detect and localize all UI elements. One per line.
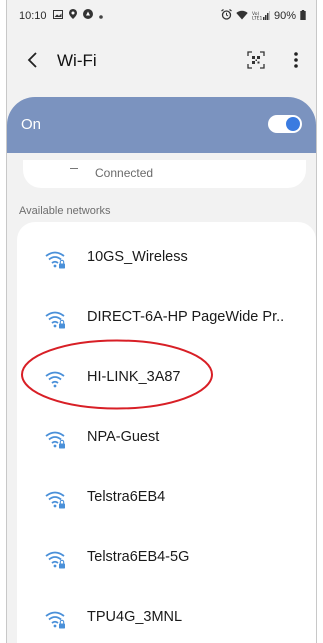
status-time: 10:10 [19,9,47,22]
network-ssid: DIRECT-6A-HP PageWide Pr.. [87,309,285,325]
network-item-telstra6eb4-5g[interactable]: Telstra6EB4-5G [17,530,316,586]
network-item-telstra6eb4[interactable]: Telstra6EB4 [17,470,316,526]
wifi-locked-icon [45,491,65,509]
wifi-toggle-switch[interactable] [268,115,302,133]
gallery-notification-icon [52,9,63,22]
back-arrow-icon [27,52,37,68]
status-left: 10:10 [19,9,103,22]
network-item-hi-link[interactable]: HI-LINK_3A87 [17,350,316,406]
wifi-locked-icon [45,611,65,629]
page-title: Wi-Fi [57,51,97,70]
status-bar: 10:10 Vo) LTE1 90% [7,0,316,28]
connected-network-card[interactable]: Connected [23,160,306,188]
available-networks-heading: Available networks [19,205,111,217]
wifi-locked-icon [45,251,65,269]
wifi-locked-icon [45,311,65,329]
network-ssid: 10GS_Wireless [87,249,188,265]
location-notification-icon [68,9,77,22]
app-notification-icon [82,9,93,22]
connected-network-icon [70,168,78,169]
lte-signal-icon: Vo) LTE1 [252,10,270,23]
network-item-10gs-wireless[interactable]: 10GS_Wireless [17,230,316,286]
status-right: Vo) LTE1 90% [221,9,306,23]
battery-icon [300,9,306,23]
network-ssid: TPU4G_3MNL [87,609,183,625]
wifi-switch-label: On [21,116,42,133]
network-list: 10GS_Wireless DIRECT-6A-HP PageWide Pr..… [17,222,316,643]
more-notifications-dot-icon [98,10,103,22]
phone-screen: 10:10 Vo) LTE1 90% Wi-Fi On Connected Av… [6,0,317,643]
alarm-icon [221,9,232,23]
network-ssid: Telstra6EB4-5G [87,549,190,565]
more-vertical-icon [294,52,298,68]
connected-status: Connected [95,166,154,180]
app-header: Wi-Fi [7,40,316,80]
network-item-tpu4g[interactable]: TPU4G_3MNL [17,590,316,643]
battery-percentage: 90% [273,10,296,22]
svg-text:LTE1: LTE1 [252,15,262,20]
network-ssid: HI-LINK_3A87 [87,369,181,385]
back-button[interactable] [21,48,45,72]
wifi-locked-icon [45,551,65,569]
network-item-direct-hp[interactable]: DIRECT-6A-HP PageWide Pr.. [17,290,316,346]
network-ssid: Telstra6EB4 [87,489,166,505]
network-item-npa-guest[interactable]: NPA-Guest [17,410,316,466]
more-options-button[interactable] [290,49,302,71]
qr-code-scan-icon [247,51,265,69]
wifi-locked-icon [45,431,65,449]
wifi-open-icon [45,371,65,388]
wifi-master-switch-row[interactable]: On [7,97,316,153]
qr-scan-button[interactable] [246,50,266,70]
network-ssid: NPA-Guest [87,429,160,445]
toggle-knob [286,117,300,131]
wifi-status-icon [236,10,248,23]
